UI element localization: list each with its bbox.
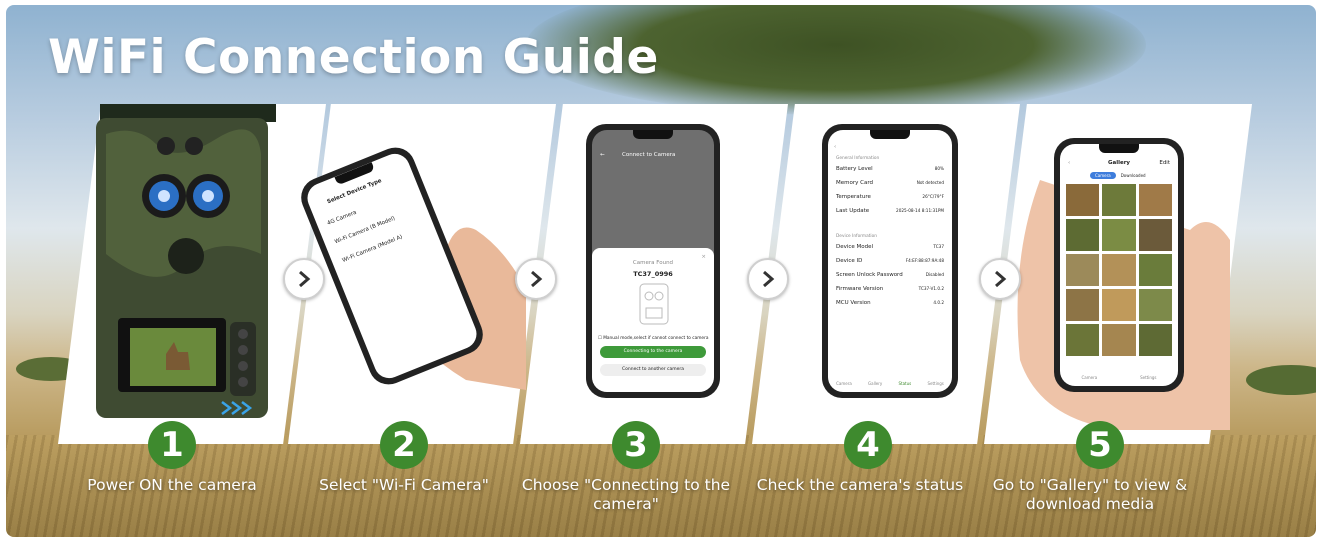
status-row: Device Model TC37: [836, 244, 944, 250]
tab-status[interactable]: Status: [899, 381, 912, 386]
general-info-header: General Information: [836, 156, 880, 161]
next-arrow-icon: [515, 258, 557, 300]
step-number-badge: 5: [1076, 421, 1124, 469]
edit-button[interactable]: Edit: [1159, 160, 1170, 166]
tab-downloaded[interactable]: Downloaded: [1116, 172, 1151, 179]
photo-thumbnail[interactable]: [1066, 219, 1100, 251]
manual-mode-label: Manual mode,select if cannot connect to …: [603, 336, 709, 341]
photo-thumbnail[interactable]: [1102, 184, 1136, 216]
camera-found-label: Camera Found: [632, 260, 674, 266]
status-row: Battery Level 80%: [836, 166, 944, 172]
trail-camera-image: [96, 104, 276, 418]
tab-settings[interactable]: Settings: [1140, 375, 1156, 380]
back-arrow-icon[interactable]: ←: [600, 152, 605, 158]
phone-connect-camera: ← Connect to Camera × Camera Found TC37_…: [586, 124, 720, 398]
photo-thumbnail[interactable]: [1102, 219, 1136, 251]
photo-thumbnail[interactable]: [1102, 324, 1136, 356]
phone-gallery: ‹ Gallery Edit Camera Downloaded Camera: [1054, 138, 1184, 392]
photo-thumbnail[interactable]: [1066, 289, 1100, 321]
manual-mode-checkbox[interactable]: ☐ Manual mode,select if cannot connect t…: [598, 336, 708, 341]
step-caption: Check the camera's status: [756, 476, 964, 494]
tab-gallery[interactable]: Gallery: [868, 381, 882, 386]
photo-thumbnail[interactable]: [1138, 324, 1172, 356]
step-number-badge: 1: [148, 421, 196, 469]
status-row: Temperature 26°C/79°F: [836, 194, 944, 200]
tab-camera[interactable]: Camera: [1090, 172, 1116, 179]
step-caption: Go to "Gallery" to view & download media: [992, 476, 1188, 513]
next-arrow-icon: [283, 258, 325, 300]
photo-thumbnail[interactable]: [1066, 184, 1100, 216]
general-info-list: Battery Level 80% Memory Card Not detected…: [836, 166, 944, 222]
photo-thumbnail[interactable]: [1138, 184, 1172, 216]
status-row: Memory Card Not detected: [836, 180, 944, 186]
photo-thumbnail[interactable]: [1102, 254, 1136, 286]
select-device-header: Select Device Type: [326, 177, 383, 206]
photo-thumbnail[interactable]: [1066, 324, 1100, 356]
phone-status: ‹ General Information Battery Level 80% M…: [822, 124, 958, 398]
status-row: MCU Version 4.0.2: [836, 300, 944, 306]
device-info-header: Device Information: [836, 234, 877, 239]
next-arrow-icon: [979, 258, 1021, 300]
status-row: Screen Unlock Password Disabled: [836, 272, 944, 278]
connect-header: Connect to Camera: [622, 152, 676, 158]
photo-thumbnail[interactable]: [1138, 289, 1172, 321]
photo-thumbnail[interactable]: [1138, 219, 1172, 251]
next-arrow-icon: [747, 258, 789, 300]
device-type-item[interactable]: 4G Camera: [326, 210, 357, 227]
status-row: Last Update 2025-08-14 8:11:31PM: [836, 208, 944, 214]
photo-thumbnail[interactable]: [1138, 254, 1172, 286]
step-number-badge: 4: [844, 421, 892, 469]
device-info-list: Device Model TC37 Device ID F4:EF:88:87:9A…: [836, 244, 944, 314]
bottom-tab-bar: Camera Settings: [1060, 375, 1178, 380]
tab-camera[interactable]: Camera: [1081, 375, 1097, 380]
camera-outline-icon: [639, 283, 669, 325]
connect-another-button[interactable]: Connect to another camera: [600, 364, 706, 376]
tab-settings[interactable]: Settings: [927, 381, 943, 386]
photo-grid: [1066, 184, 1172, 356]
tab-camera[interactable]: Camera: [836, 381, 852, 386]
distant-tree: [1246, 365, 1316, 395]
step-number-badge: 3: [612, 421, 660, 469]
status-row: Device ID F4:EF:88:87:9A:48: [836, 258, 944, 264]
connecting-button[interactable]: Connecting to the camera: [600, 346, 706, 358]
step-caption: Power ON the camera: [87, 476, 257, 494]
step-caption: Select "Wi-Fi Camera": [319, 476, 489, 494]
photo-thumbnail[interactable]: [1102, 289, 1136, 321]
back-arrow-icon[interactable]: ‹: [834, 144, 836, 150]
photo-thumbnail[interactable]: [1066, 254, 1100, 286]
page-title: WiFi Connection Guide: [48, 30, 659, 85]
step-number-badge: 2: [380, 421, 428, 469]
device-name: TC37_0996: [633, 270, 673, 278]
step-caption: Choose "Connecting to the camera": [521, 476, 731, 513]
status-row: Firmware Version TC37-V1.0.2: [836, 286, 944, 292]
bottom-tab-bar: Camera Gallery Status Settings: [828, 381, 952, 386]
gallery-tabs: Camera Downloaded: [1090, 172, 1151, 179]
